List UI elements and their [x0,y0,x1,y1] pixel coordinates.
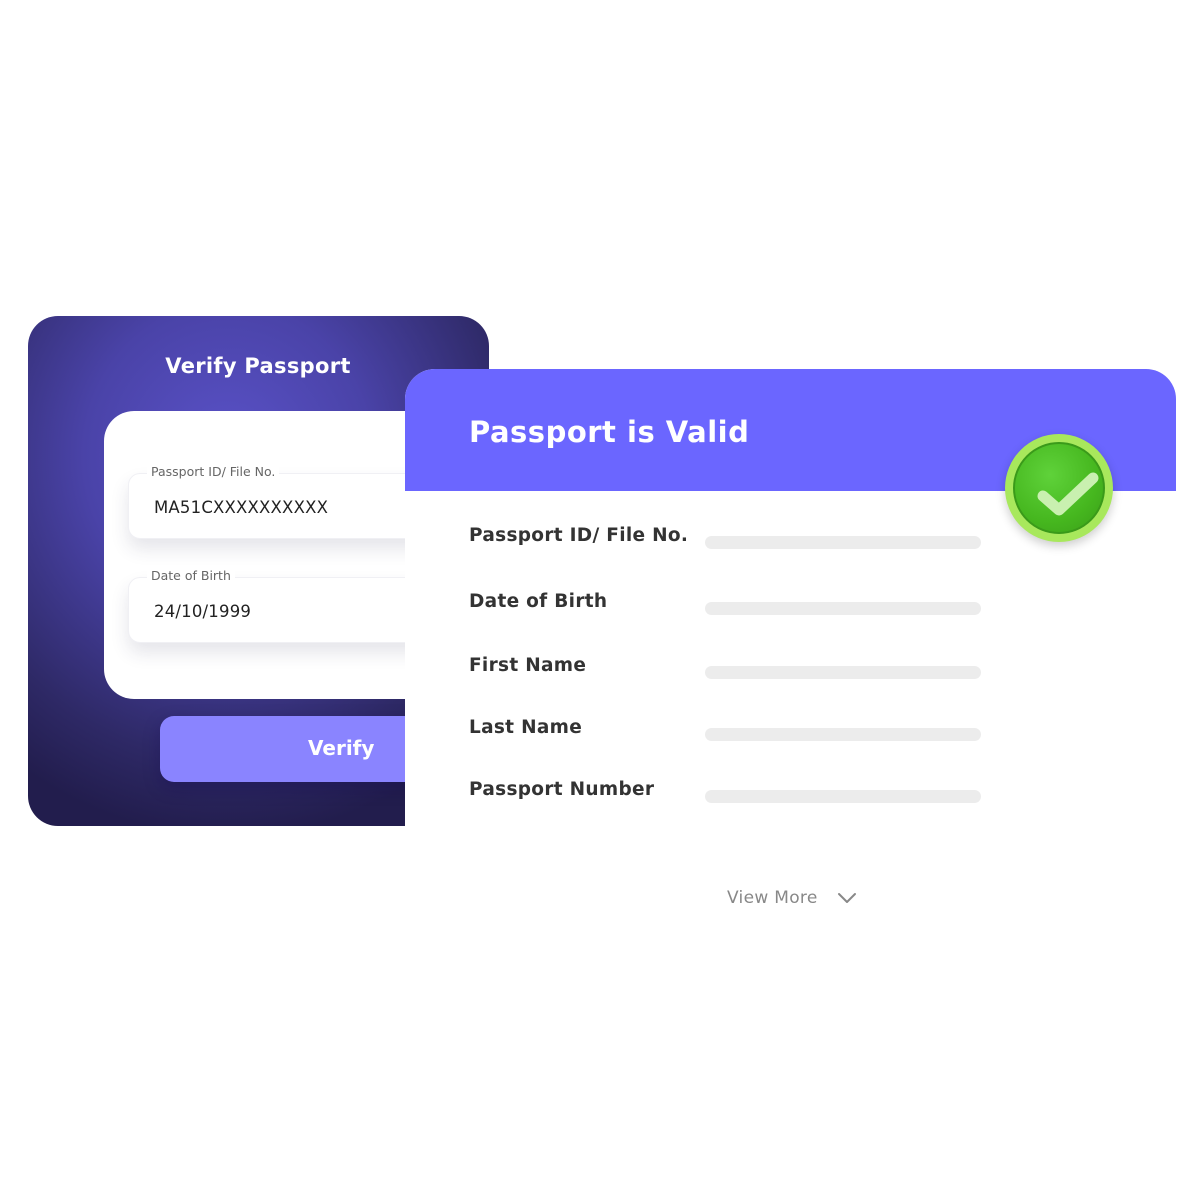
result-row-passport-id: Passport ID/ File No. [469,525,989,555]
view-more-label: View More [727,888,818,908]
row-label: First Name [469,655,587,676]
passport-id-field-value[interactable]: MA51CXXXXXXXXXX [154,498,328,517]
result-row-last-name: Last Name [469,717,989,747]
row-placeholder-bar [705,666,981,679]
row-label: Date of Birth [469,591,608,612]
row-label: Last Name [469,717,583,738]
result-row-first-name: First Name [469,655,989,685]
check-circle-icon [1005,434,1113,542]
passport-result-card: Passport is Valid Passport ID/ File No. … [405,369,1176,929]
verify-button-label: Verify [308,736,375,760]
row-placeholder-bar [705,790,981,803]
row-placeholder-bar [705,536,981,549]
date-of-birth-field-label: Date of Birth [147,568,235,583]
result-row-passport-number: Passport Number [469,779,989,809]
chevron-down-icon [838,893,856,903]
checkmark-icon [1037,472,1099,516]
result-title: Passport is Valid [469,415,750,449]
row-label: Passport Number [469,779,655,800]
result-row-date-of-birth: Date of Birth [469,591,989,621]
row-placeholder-bar [705,728,981,741]
row-placeholder-bar [705,602,981,615]
passport-id-field-label: Passport ID/ File No. [147,464,280,479]
row-label: Passport ID/ File No. [469,525,689,546]
date-of-birth-field-value[interactable]: 24/10/1999 [154,602,251,621]
